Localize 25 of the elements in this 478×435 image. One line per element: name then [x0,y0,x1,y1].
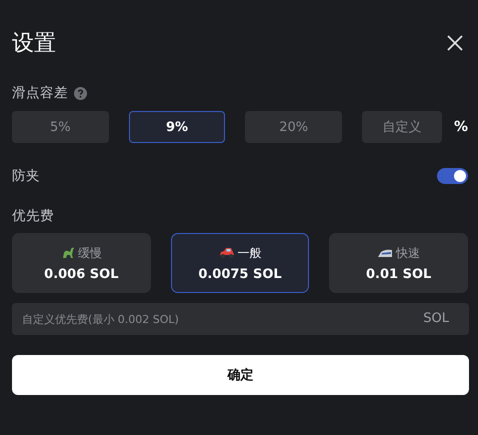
fee-speed-label: 快速 [396,244,420,262]
confirm-button[interactable]: 确定 [12,355,469,395]
unit-label: SOL [423,311,449,326]
car-icon [218,247,234,259]
window-title: 设置 [12,30,56,58]
dinosaur-icon [60,247,75,259]
fee-option-card[interactable]: 缓慢 0.006 SOL [12,233,151,293]
fee-value: 0.006 SOL [44,266,118,282]
fee-value: 0.01 SOL [366,266,432,282]
slippage-option[interactable]: 9% [128,111,226,143]
fee-speed-label: 一般 [238,244,262,262]
section-label: 防夹 [12,167,40,185]
slippage-option[interactable]: 20% [245,111,342,143]
fee-speed-label: 缓慢 [78,244,102,262]
section-label: 滑点容差 [12,84,68,102]
slippage-option[interactable]: 5% [12,111,109,143]
help-icon[interactable] [74,86,87,100]
toggle-switch[interactable] [437,168,468,184]
close-icon[interactable] [446,34,464,52]
fee-option-card[interactable]: 快速 0.01 SOL [329,233,468,293]
percent-unit: % [454,119,468,135]
section-label: 优先费 [12,207,54,225]
fee-value: 0.0075 SOL [198,266,282,282]
fee-option-card[interactable]: 一般 0.0075 SOL [170,233,310,293]
custom-slippage-field[interactable]: 自定义 [362,111,442,143]
